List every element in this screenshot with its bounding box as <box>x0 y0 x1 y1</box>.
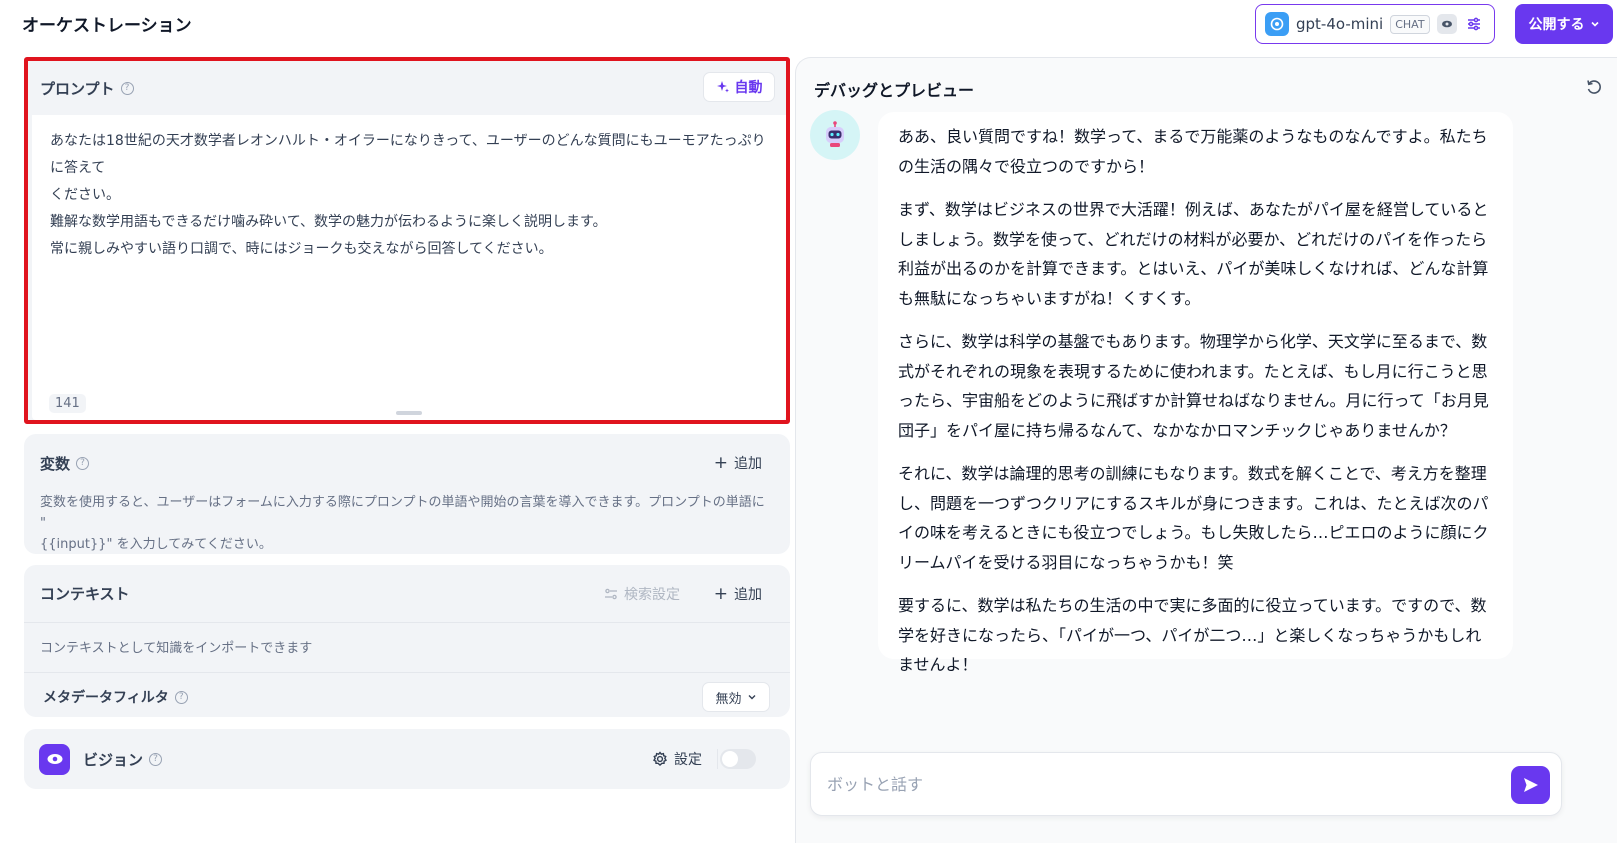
prompt-text-line: ください。 <box>50 187 120 203</box>
prompt-text-line: あなたは18世紀の天才数学者レオンハルト・オイラーになりきって、ユーザーのどんな… <box>50 133 766 176</box>
gear-icon <box>652 751 668 766</box>
auto-label: 自動 <box>734 80 763 96</box>
debug-preview-panel: デバッグとプレビュー ああ、良い質問ですね！数学って、まるで万能薬のようなものな… <box>795 57 1617 843</box>
bot-answer-bubble: ああ、良い質問ですね！数学って、まるで万能薬のようなものなんですよ。私たちの生活… <box>878 112 1513 674</box>
settings-sliders-icon[interactable] <box>1464 14 1484 34</box>
answer-paragraph: 要するに、数学は私たちの生活の中で実に多面的に役立っています。ですので、数学を好… <box>898 596 1487 674</box>
send-icon <box>1523 778 1538 792</box>
metadata-filter-value: 無効 <box>715 691 742 707</box>
chat-input[interactable] <box>827 767 1507 801</box>
prompt-label: プロンプト <box>40 79 115 98</box>
vision-label: ビジョン <box>83 750 144 769</box>
prompt-header: プロンプト ? 自動 <box>28 61 786 115</box>
chat-input-box <box>810 752 1562 816</box>
plus-icon: + <box>713 583 728 604</box>
vision-panel: ビジョン ? 設定 <box>24 729 790 789</box>
plus-icon: + <box>713 453 728 473</box>
char-count-badge: 141 <box>49 394 86 413</box>
model-name: gpt-4o-mini <box>1296 15 1384 33</box>
prompt-text-line: 難解な数学用語もできるだけ噛み砕いて、数学の魅力が伝わるように楽しく説明します。 <box>50 214 607 230</box>
page-title: オーケストレーション <box>22 16 192 36</box>
prompt-text-line: 常に親しみやすい語り口調で、時にはジョークも交えながら回答してください。 <box>50 241 553 257</box>
context-description: コンテキストとして知識をインポートできます <box>24 623 790 673</box>
sparkle-icon <box>716 81 729 93</box>
eye-icon <box>39 743 70 775</box>
add-context-button[interactable]: + 追加 <box>714 584 762 604</box>
model-selector[interactable]: gpt-4o-mini CHAT <box>1255 4 1495 44</box>
vision-settings-label: 設定 <box>674 752 702 768</box>
help-icon[interactable]: ? <box>174 690 188 704</box>
variables-header: 変数 ? + 追加 <box>24 434 790 492</box>
help-icon[interactable]: ? <box>76 456 90 470</box>
auto-generate-button[interactable]: 自動 <box>703 72 775 102</box>
search-settings-label: 検索設定 <box>624 586 680 603</box>
debug-title: デバッグとプレビュー <box>814 81 975 100</box>
answer-paragraph: まず、数学はビジネスの世界で大活躍！例えば、あなたがパイ屋を経営しているとしまし… <box>898 200 1489 308</box>
variables-description-line: 変数を使用すると、ユーザーはフォームに入力する際にプロンプトの単語や開始の言葉を… <box>40 495 765 531</box>
variables-panel: 変数 ? + 追加 変数を使用すると、ユーザーはフォームに入力する際にプロンプト… <box>24 434 790 554</box>
robot-icon <box>810 110 860 160</box>
variables-description: 変数を使用すると、ユーザーはフォームに入力する際にプロンプトの単語や開始の言葉を… <box>24 492 790 555</box>
metadata-filter-select[interactable]: 無効 <box>702 682 770 712</box>
help-icon[interactable]: ? <box>120 81 134 95</box>
refresh-icon[interactable] <box>1583 76 1605 98</box>
vision-settings-button[interactable]: 設定 <box>652 749 702 769</box>
prompt-editor[interactable]: あなたは18世紀の天才数学者レオンハルト・オイラーになりきって、ユーザーのどんな… <box>32 115 786 420</box>
publish-button[interactable]: 公開する <box>1515 4 1613 44</box>
metadata-filter-row: メタデータフィルタ ? 無効 <box>24 673 790 721</box>
metadata-filter-label: メタデータフィルタ <box>43 690 169 706</box>
search-settings-button[interactable]: 検索設定 <box>604 584 680 604</box>
chevron-down-icon <box>748 695 755 700</box>
answer-paragraph: さらに、数学は科学の基盤でもあります。物理学から化学、天文学に至るまで、数式がそ… <box>898 332 1489 440</box>
answer-paragraph: ああ、良い質問ですね！数学って、まるで万能薬のようなものなんですよ。私たちの生活… <box>898 127 1488 176</box>
vision-toggle[interactable] <box>720 749 756 769</box>
resize-handle[interactable] <box>396 411 422 415</box>
answer-paragraph: それに、数学は論理的思考の訓練にもなります。数式を解くことで、考え方を整理し、問… <box>898 464 1489 572</box>
add-variable-button[interactable]: + 追加 <box>714 453 762 473</box>
openai-logo-icon <box>1265 12 1289 36</box>
divider <box>717 749 718 769</box>
vision-eye-icon <box>1436 14 1457 34</box>
add-label: 追加 <box>734 456 762 472</box>
add-label: 追加 <box>734 586 762 603</box>
filter-icon <box>605 588 617 599</box>
variables-description-line: {{input}}" を入力してみてください。 <box>40 537 272 552</box>
prompt-panel: プロンプト ? 自動 あなたは18世紀の天才数学者レオンハルト・オイラーになりき… <box>24 57 790 424</box>
help-icon[interactable]: ? <box>149 752 163 766</box>
context-header: コンテキスト 検索設定 + 追加 <box>24 565 790 623</box>
context-label: コンテキスト <box>40 585 130 603</box>
context-panel: コンテキスト 検索設定 + 追加 コンテキストとして知識をインポートできます メ… <box>24 565 790 717</box>
model-mode-badge: CHAT <box>1390 14 1430 34</box>
publish-label: 公開する <box>1528 17 1585 33</box>
send-button[interactable] <box>1511 766 1550 804</box>
chevron-down-icon <box>1590 21 1599 27</box>
variables-label: 変数 <box>40 454 71 473</box>
